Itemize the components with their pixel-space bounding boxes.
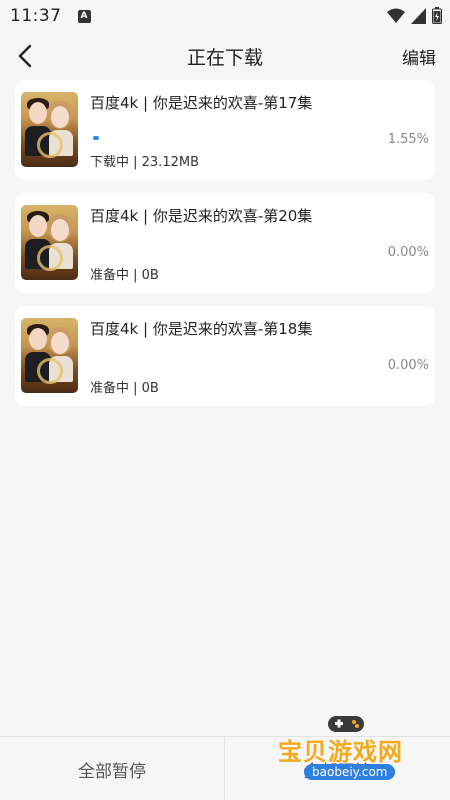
episode-thumbnail	[21, 92, 78, 167]
watermark-logo: 宝贝游戏网 baobeiy.com	[270, 712, 420, 798]
download-percent: 0.00%	[387, 245, 429, 260]
back-arrow-icon	[18, 44, 32, 68]
download-list: 百度4k | 你是迟来的欢喜-第17集 1.55% 下载中 | 23.12MB …	[15, 80, 435, 419]
download-percent: 0.00%	[387, 358, 429, 373]
progress-bar	[93, 136, 99, 140]
status-icons	[387, 7, 442, 24]
wifi-icon	[387, 8, 405, 23]
pause-all-button[interactable]: 全部暂停	[0, 737, 225, 800]
status-bar: 11:37 A	[0, 0, 450, 32]
status-time: 11:37	[10, 6, 62, 26]
header: 正在下载 编辑	[0, 32, 450, 80]
episode-thumbnail	[21, 318, 78, 393]
download-status: 下载中 | 23.12MB	[90, 155, 199, 170]
episode-title: 百度4k | 你是迟来的欢喜-第20集	[90, 207, 313, 225]
watermark-url: baobeiy.com	[304, 764, 396, 780]
episode-title: 百度4k | 你是迟来的欢喜-第17集	[90, 94, 313, 112]
watermark-brand: 宝贝游戏网	[278, 738, 403, 766]
download-item[interactable]: 百度4k | 你是迟来的欢喜-第20集 0.00% 准备中 | 0B	[15, 193, 435, 293]
episode-thumbnail	[21, 205, 78, 280]
notification-icon: A	[77, 9, 91, 23]
edit-button[interactable]: 编辑	[402, 44, 436, 69]
back-button[interactable]	[14, 42, 38, 70]
download-status: 准备中 | 0B	[90, 268, 159, 283]
page-title: 正在下载	[186, 46, 263, 69]
download-item[interactable]: 百度4k | 你是迟来的欢喜-第18集 0.00% 准备中 | 0B	[15, 306, 435, 406]
download-item[interactable]: 百度4k | 你是迟来的欢喜-第17集 1.55% 下载中 | 23.12MB	[15, 80, 435, 180]
signal-icon	[411, 7, 426, 24]
episode-title: 百度4k | 你是迟来的欢喜-第18集	[90, 320, 313, 338]
download-percent: 1.55%	[387, 132, 429, 147]
download-status: 准备中 | 0B	[90, 381, 159, 396]
battery-icon	[432, 7, 442, 24]
